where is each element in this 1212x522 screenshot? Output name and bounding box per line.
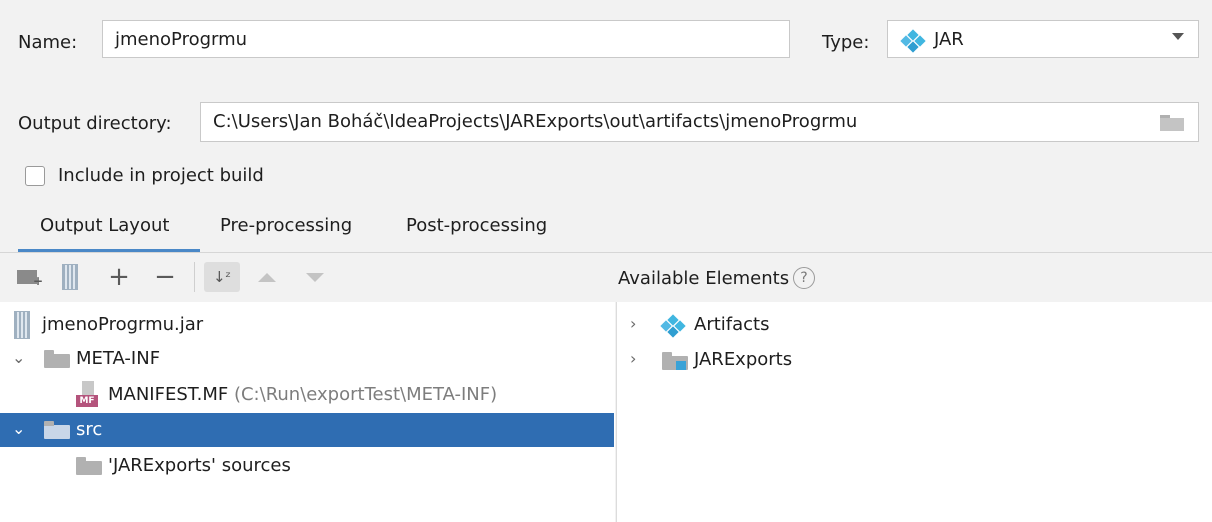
sort-icon[interactable]: ↓ᶻ [204, 262, 240, 292]
tree-row-label: META-INF [76, 348, 161, 369]
chevron-down-icon [1172, 33, 1184, 40]
available-item-label: Artifacts [694, 314, 770, 335]
type-value: JAR [934, 29, 964, 50]
module-folder-icon [662, 352, 688, 370]
manifest-name: MANIFEST.MF [108, 384, 229, 405]
remove-icon[interactable]: − [150, 262, 180, 292]
folder-open-icon[interactable] [1160, 115, 1184, 131]
include-build-checkbox[interactable] [25, 166, 45, 186]
chevron-right-icon[interactable]: › [630, 314, 636, 333]
tab-output-layout[interactable]: Output Layout [40, 215, 169, 236]
output-directory-value: C:\Users\Jan Boháč\IdeaProjects\JARExpor… [213, 111, 858, 132]
chevron-down-icon[interactable]: ⌄ [12, 419, 25, 438]
available-item-label: JARExports [694, 349, 793, 370]
tree-row-label: 'JARExports' sources [108, 455, 291, 476]
type-label: Type: [822, 32, 870, 53]
type-select[interactable]: JAR [887, 20, 1199, 58]
toolbar-divider [194, 262, 195, 292]
tree-row-label: jmenoProgrmu.jar [42, 314, 204, 335]
help-icon[interactable]: ? [793, 267, 815, 289]
artifact-diamond-icon [900, 29, 926, 53]
output-directory-label: Output directory: [18, 113, 172, 134]
jar-icon [14, 311, 30, 339]
tree-row-meta-inf[interactable]: ⌄ META-INF [0, 342, 614, 376]
tab-post-processing[interactable]: Post-processing [406, 215, 547, 236]
manifest-path: (C:\Run\exportTest\META-INF) [233, 384, 498, 405]
manifest-icon: MF [76, 381, 98, 409]
include-build-label: Include in project build [58, 165, 264, 186]
chevron-right-icon[interactable]: › [630, 349, 636, 368]
tree-row-label: src [76, 419, 103, 440]
tree-row-label: MANIFEST.MF (C:\Run\exportTest\META-INF) [108, 384, 497, 405]
move-up-icon[interactable] [252, 262, 282, 292]
available-item-jarexports[interactable]: › JARExports [616, 343, 1212, 377]
artifacts-icon [660, 314, 686, 338]
move-down-icon[interactable] [300, 262, 330, 292]
add-icon[interactable]: + [104, 262, 134, 292]
tree-row-manifest[interactable]: MF MANIFEST.MF (C:\Run\exportTest\META-I… [0, 378, 614, 412]
tree-row-src[interactable]: ⌄ src [0, 413, 614, 447]
name-input[interactable]: jmenoProgrmu [102, 20, 790, 58]
jar-icon[interactable] [58, 262, 82, 292]
output-directory-input[interactable]: C:\Users\Jan Boháč\IdeaProjects\JARExpor… [200, 102, 1199, 142]
name-label: Name: [18, 32, 78, 53]
tab-pre-processing[interactable]: Pre-processing [220, 215, 352, 236]
chevron-down-icon[interactable]: ⌄ [12, 348, 25, 367]
folder-icon [44, 350, 70, 368]
tabs-divider [0, 252, 1212, 253]
tree-row-jar[interactable]: jmenoProgrmu.jar [0, 308, 614, 342]
available-elements-title: Available Elements [618, 268, 790, 289]
available-item-artifacts[interactable]: › Artifacts [616, 308, 1212, 342]
folder-icon [76, 457, 102, 475]
create-directory-icon[interactable]: + [12, 262, 43, 292]
name-value: jmenoProgrmu [115, 29, 248, 50]
folder-icon [44, 421, 70, 439]
tree-row-sources[interactable]: 'JARExports' sources [0, 449, 614, 483]
